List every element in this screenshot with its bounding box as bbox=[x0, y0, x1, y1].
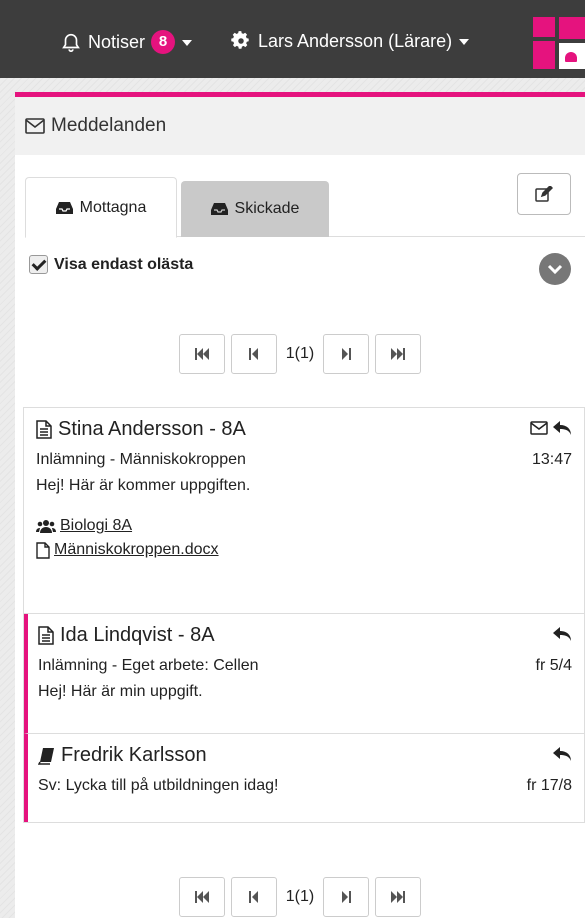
message-time: fr 5/4 bbox=[535, 657, 572, 674]
edit-icon bbox=[535, 186, 553, 202]
gear-icon bbox=[231, 31, 249, 49]
message-sender: Ida Lindqvist - 8A bbox=[38, 624, 572, 647]
group-link-label: Biologi 8A bbox=[60, 517, 133, 534]
next-page-button[interactable] bbox=[323, 334, 370, 374]
inbox-icon bbox=[55, 201, 73, 214]
tab-received-label: Mottagna bbox=[79, 198, 147, 216]
message-sender-name: Ida Lindqvist - 8A bbox=[60, 624, 215, 646]
message-sender: Stina Andersson - 8A bbox=[36, 418, 572, 441]
pagination-top: 1(1) bbox=[15, 334, 585, 374]
tab-received[interactable]: Mottagna bbox=[25, 177, 177, 238]
chevron-down-icon bbox=[547, 264, 563, 275]
group-link[interactable]: Biologi 8A bbox=[36, 517, 572, 535]
message-actions bbox=[548, 746, 572, 762]
chevron-down-icon bbox=[459, 39, 470, 45]
bell-icon bbox=[62, 33, 80, 52]
attachment-link-label: Människokroppen.docx bbox=[54, 541, 219, 558]
notifications-menu[interactable]: Notiser 8 bbox=[60, 30, 193, 54]
message-actions bbox=[526, 420, 572, 436]
app-logo[interactable] bbox=[533, 17, 585, 69]
previous-page-button[interactable] bbox=[230, 877, 277, 917]
panel-header: Meddelanden bbox=[15, 97, 585, 155]
reply-icon[interactable] bbox=[552, 746, 572, 762]
users-icon bbox=[36, 520, 56, 533]
reply-icon[interactable] bbox=[552, 626, 572, 642]
message-sender-name: Stina Andersson - 8A bbox=[58, 418, 246, 440]
notifications-label: Notiser bbox=[88, 31, 146, 52]
envelope-icon bbox=[25, 118, 45, 134]
page-info: 1(1) bbox=[285, 345, 315, 362]
chevron-down-icon bbox=[182, 40, 193, 46]
message-tabs: Mottagna Skickade bbox=[25, 177, 585, 238]
first-page-icon bbox=[194, 891, 209, 903]
message-subject: Sv: Lycka till på utbildningen idag! bbox=[38, 777, 279, 794]
message-time: fr 17/8 bbox=[526, 777, 572, 794]
first-page-button[interactable] bbox=[178, 334, 225, 374]
message-item[interactable]: Stina Andersson - 8A Inlämning - Människ… bbox=[24, 408, 584, 614]
message-item[interactable]: Ida Lindqvist - 8A Inlämning - Eget arbe… bbox=[24, 614, 584, 734]
book-icon bbox=[38, 747, 54, 765]
unread-filter-label: Visa endast olästa bbox=[54, 255, 194, 273]
document-icon bbox=[36, 420, 52, 439]
previous-page-icon bbox=[248, 348, 258, 360]
top-navigation-bar: Notiser 8 Lars Andersson (Lärare) bbox=[0, 0, 585, 78]
message-subject-row: Inlämning - Människokroppen 13:47 bbox=[36, 451, 572, 469]
last-page-icon bbox=[391, 891, 406, 903]
user-menu[interactable]: Lars Andersson (Lärare) bbox=[230, 30, 470, 52]
inbox-icon bbox=[210, 203, 228, 215]
tab-sent-label: Skickade bbox=[234, 200, 300, 217]
first-page-icon bbox=[194, 348, 209, 360]
unread-filter-checkbox[interactable] bbox=[29, 255, 48, 274]
first-page-button[interactable] bbox=[178, 877, 225, 917]
message-sender-name: Fredrik Karlsson bbox=[61, 744, 207, 766]
message-time: 13:47 bbox=[531, 451, 572, 468]
message-preview: Hej! Här är kommer uppgiften. bbox=[36, 477, 251, 494]
document-icon bbox=[38, 626, 54, 645]
collapse-button[interactable] bbox=[539, 253, 571, 285]
notifications-count-badge: 8 bbox=[151, 30, 176, 54]
next-page-icon bbox=[342, 891, 352, 903]
envelope-icon[interactable] bbox=[530, 421, 548, 435]
message-subject: Inlämning - Eget arbete: Cellen bbox=[38, 657, 259, 674]
unread-filter[interactable]: Visa endast olästa bbox=[29, 255, 193, 274]
last-page-icon bbox=[391, 348, 406, 360]
panel-title: Meddelanden bbox=[51, 115, 167, 136]
message-preview: Hej! Här är min uppgift. bbox=[38, 683, 203, 700]
message-sender: Fredrik Karlsson bbox=[38, 744, 572, 767]
next-page-button[interactable] bbox=[323, 877, 370, 917]
message-subject-row: Sv: Lycka till på utbildningen idag! fr … bbox=[38, 777, 572, 795]
file-icon bbox=[36, 541, 50, 559]
pagination-bottom: 1(1) bbox=[15, 877, 585, 917]
attachment-link[interactable]: Människokroppen.docx bbox=[36, 541, 572, 559]
message-subject-row: Inlämning - Eget arbete: Cellen fr 5/4 bbox=[38, 657, 572, 675]
last-page-button[interactable] bbox=[375, 877, 422, 917]
previous-page-button[interactable] bbox=[230, 334, 277, 374]
next-page-icon bbox=[342, 348, 352, 360]
message-list: Stina Andersson - 8A Inlämning - Människ… bbox=[23, 407, 585, 823]
page-info: 1(1) bbox=[285, 888, 315, 905]
last-page-button[interactable] bbox=[375, 334, 422, 374]
reply-icon[interactable] bbox=[552, 420, 572, 436]
tab-sent[interactable]: Skickade bbox=[181, 181, 329, 237]
previous-page-icon bbox=[248, 891, 258, 903]
message-subject: Inlämning - Människokroppen bbox=[36, 451, 246, 468]
user-name-label: Lars Andersson (Lärare) bbox=[258, 30, 453, 51]
compose-button[interactable] bbox=[517, 173, 571, 215]
message-actions bbox=[548, 626, 572, 642]
message-item[interactable]: Fredrik Karlsson Sv: Lycka till på utbil… bbox=[24, 734, 584, 822]
messages-panel: Meddelanden Mottagna Skickade Visa endas… bbox=[15, 92, 585, 918]
